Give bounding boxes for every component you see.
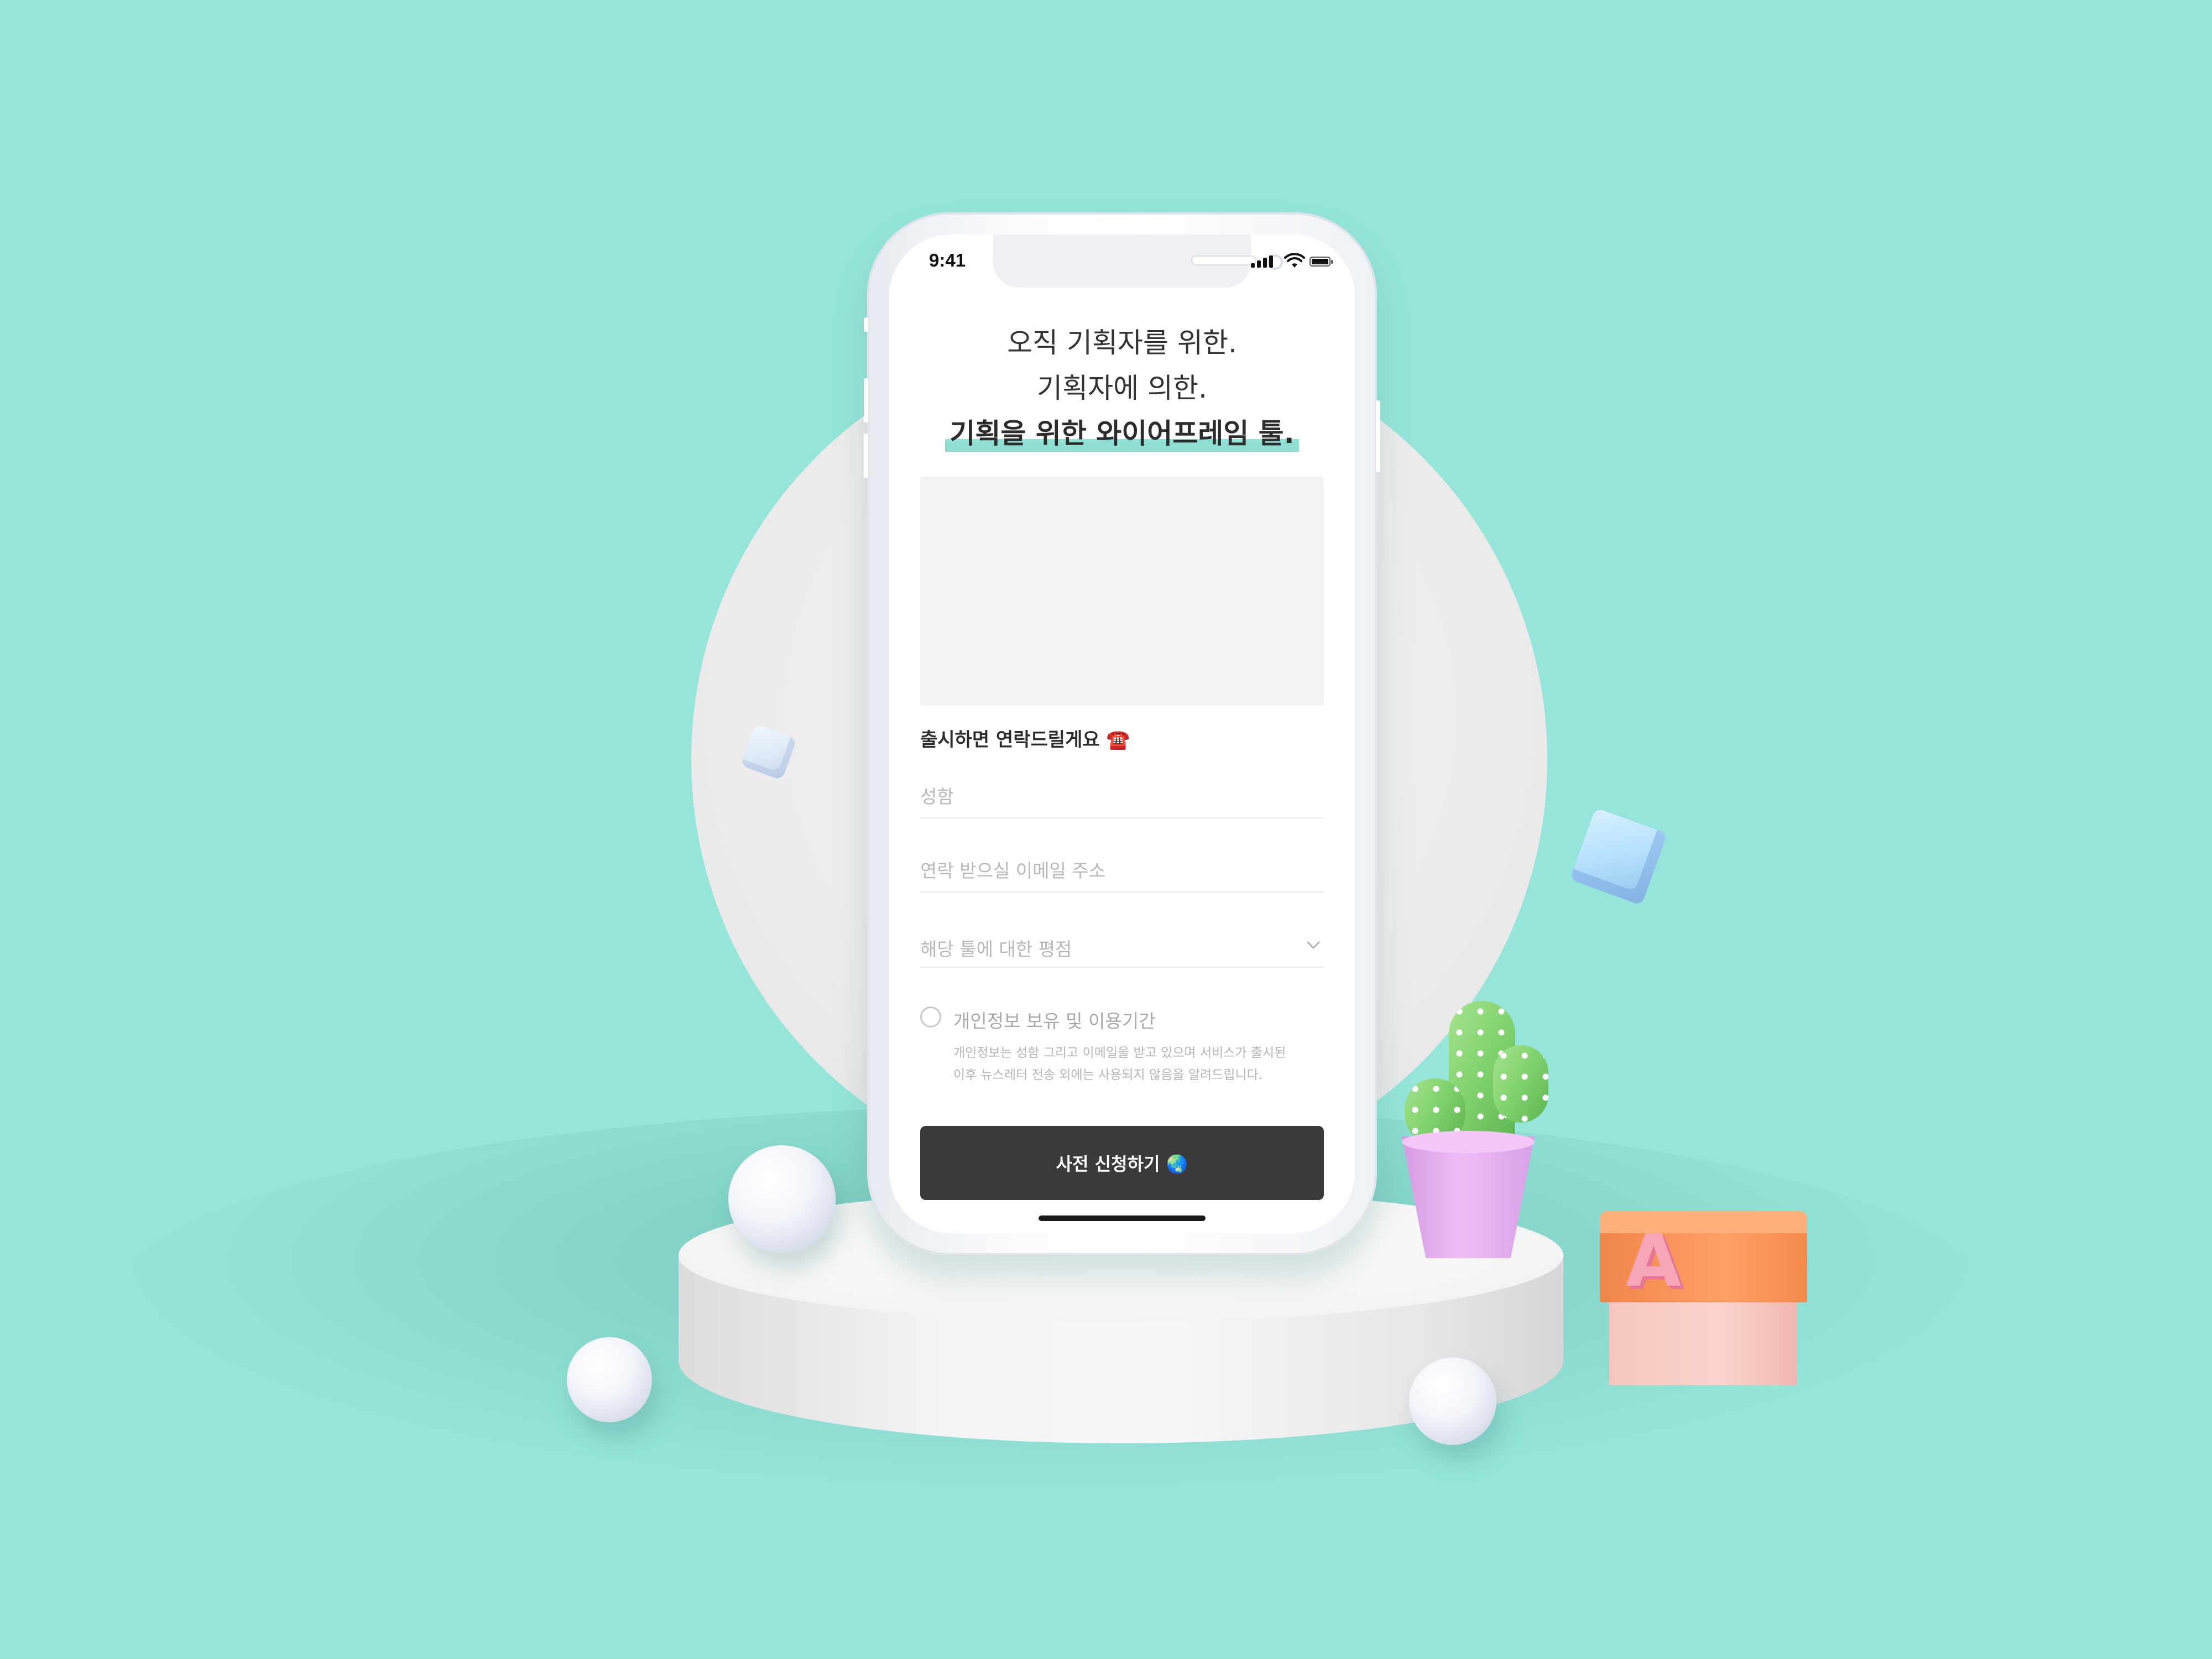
consent-row: 개인정보 보유 및 이용기간 (920, 1004, 1324, 1032)
block-letter: A (1625, 1219, 1682, 1303)
phone-side-button (864, 317, 868, 332)
image-placeholder (920, 477, 1324, 706)
consent-description: 개인정보는 성함 그리고 이메일을 받고 있으며 서비스가 출시된 이후 뉴스레… (953, 1042, 1335, 1086)
name-field-wrapper (920, 776, 1324, 818)
signal-icon (1251, 263, 1255, 268)
phone-screen: 9:41 오직 기획자를 위한. 기획자에 의한. 기획을 위한 와이어프레임 … (889, 234, 1355, 1233)
headline-line-3: 기획을 위한 와이어프레임 툴. (945, 411, 1299, 456)
sphere-floor-left (567, 1337, 652, 1422)
sphere-on-pedestal (728, 1145, 836, 1253)
status-icons (1251, 253, 1334, 270)
email-field-wrapper (920, 851, 1324, 893)
form-title: 출시하면 연락드릴게요 ☎️ (920, 729, 1130, 751)
battery-level (1312, 259, 1328, 264)
blue-cube (1569, 807, 1668, 906)
consent-description-line-2: 이후 뉴스레터 전송 외에는 사용되지 않음을 알려드립니다. (953, 1068, 1263, 1082)
headline-line-1: 오직 기획자를 위한. (1007, 327, 1237, 359)
signal-icon (1269, 255, 1273, 268)
pink-block (1609, 1291, 1797, 1385)
signal-icon (1257, 260, 1261, 268)
cactus-arm-right (1493, 1045, 1548, 1123)
phone-power-button (1376, 400, 1380, 472)
status-time: 9:41 (929, 250, 966, 270)
consent-checkbox[interactable] (920, 1006, 941, 1027)
headline-line-2: 기획자에 의한. (1037, 372, 1207, 404)
chevron-down-icon (1307, 941, 1320, 949)
email-input[interactable] (920, 855, 1307, 886)
rating-select-label: 해당 툴에 대한 평점 (920, 938, 1072, 960)
sphere-floor-right (1409, 1358, 1496, 1445)
home-indicator (1039, 1215, 1206, 1221)
consent-label: 개인정보 보유 및 이용기간 (953, 1010, 1156, 1032)
rating-select[interactable]: 해당 툴에 대한 평점 (920, 926, 1324, 968)
name-input[interactable] (920, 781, 1307, 812)
phone-notch (993, 234, 1283, 288)
phone-volume-down (864, 434, 868, 478)
battery-cap (1331, 260, 1333, 264)
signal-icon (1263, 258, 1267, 268)
pre-register-button[interactable]: 사전 신청하기 🌏 (920, 1126, 1324, 1200)
phone-mockup: 9:41 오직 기획자를 위한. 기획자에 의한. 기획을 위한 와이어프레임 … (864, 212, 1380, 1255)
cactus-pot-rim (1402, 1131, 1535, 1153)
phone-volume-up (864, 378, 868, 422)
speaker-grille (1191, 255, 1256, 265)
wifi-icon (1284, 253, 1305, 268)
consent-description-line-1: 개인정보는 성함 그리고 이메일을 받고 있으며 서비스가 출시된 (953, 1046, 1286, 1060)
battery-icon (1310, 257, 1331, 267)
headline: 오직 기획자를 위한. 기획자에 의한. 기획을 위한 와이어프레임 툴. (889, 320, 1355, 456)
